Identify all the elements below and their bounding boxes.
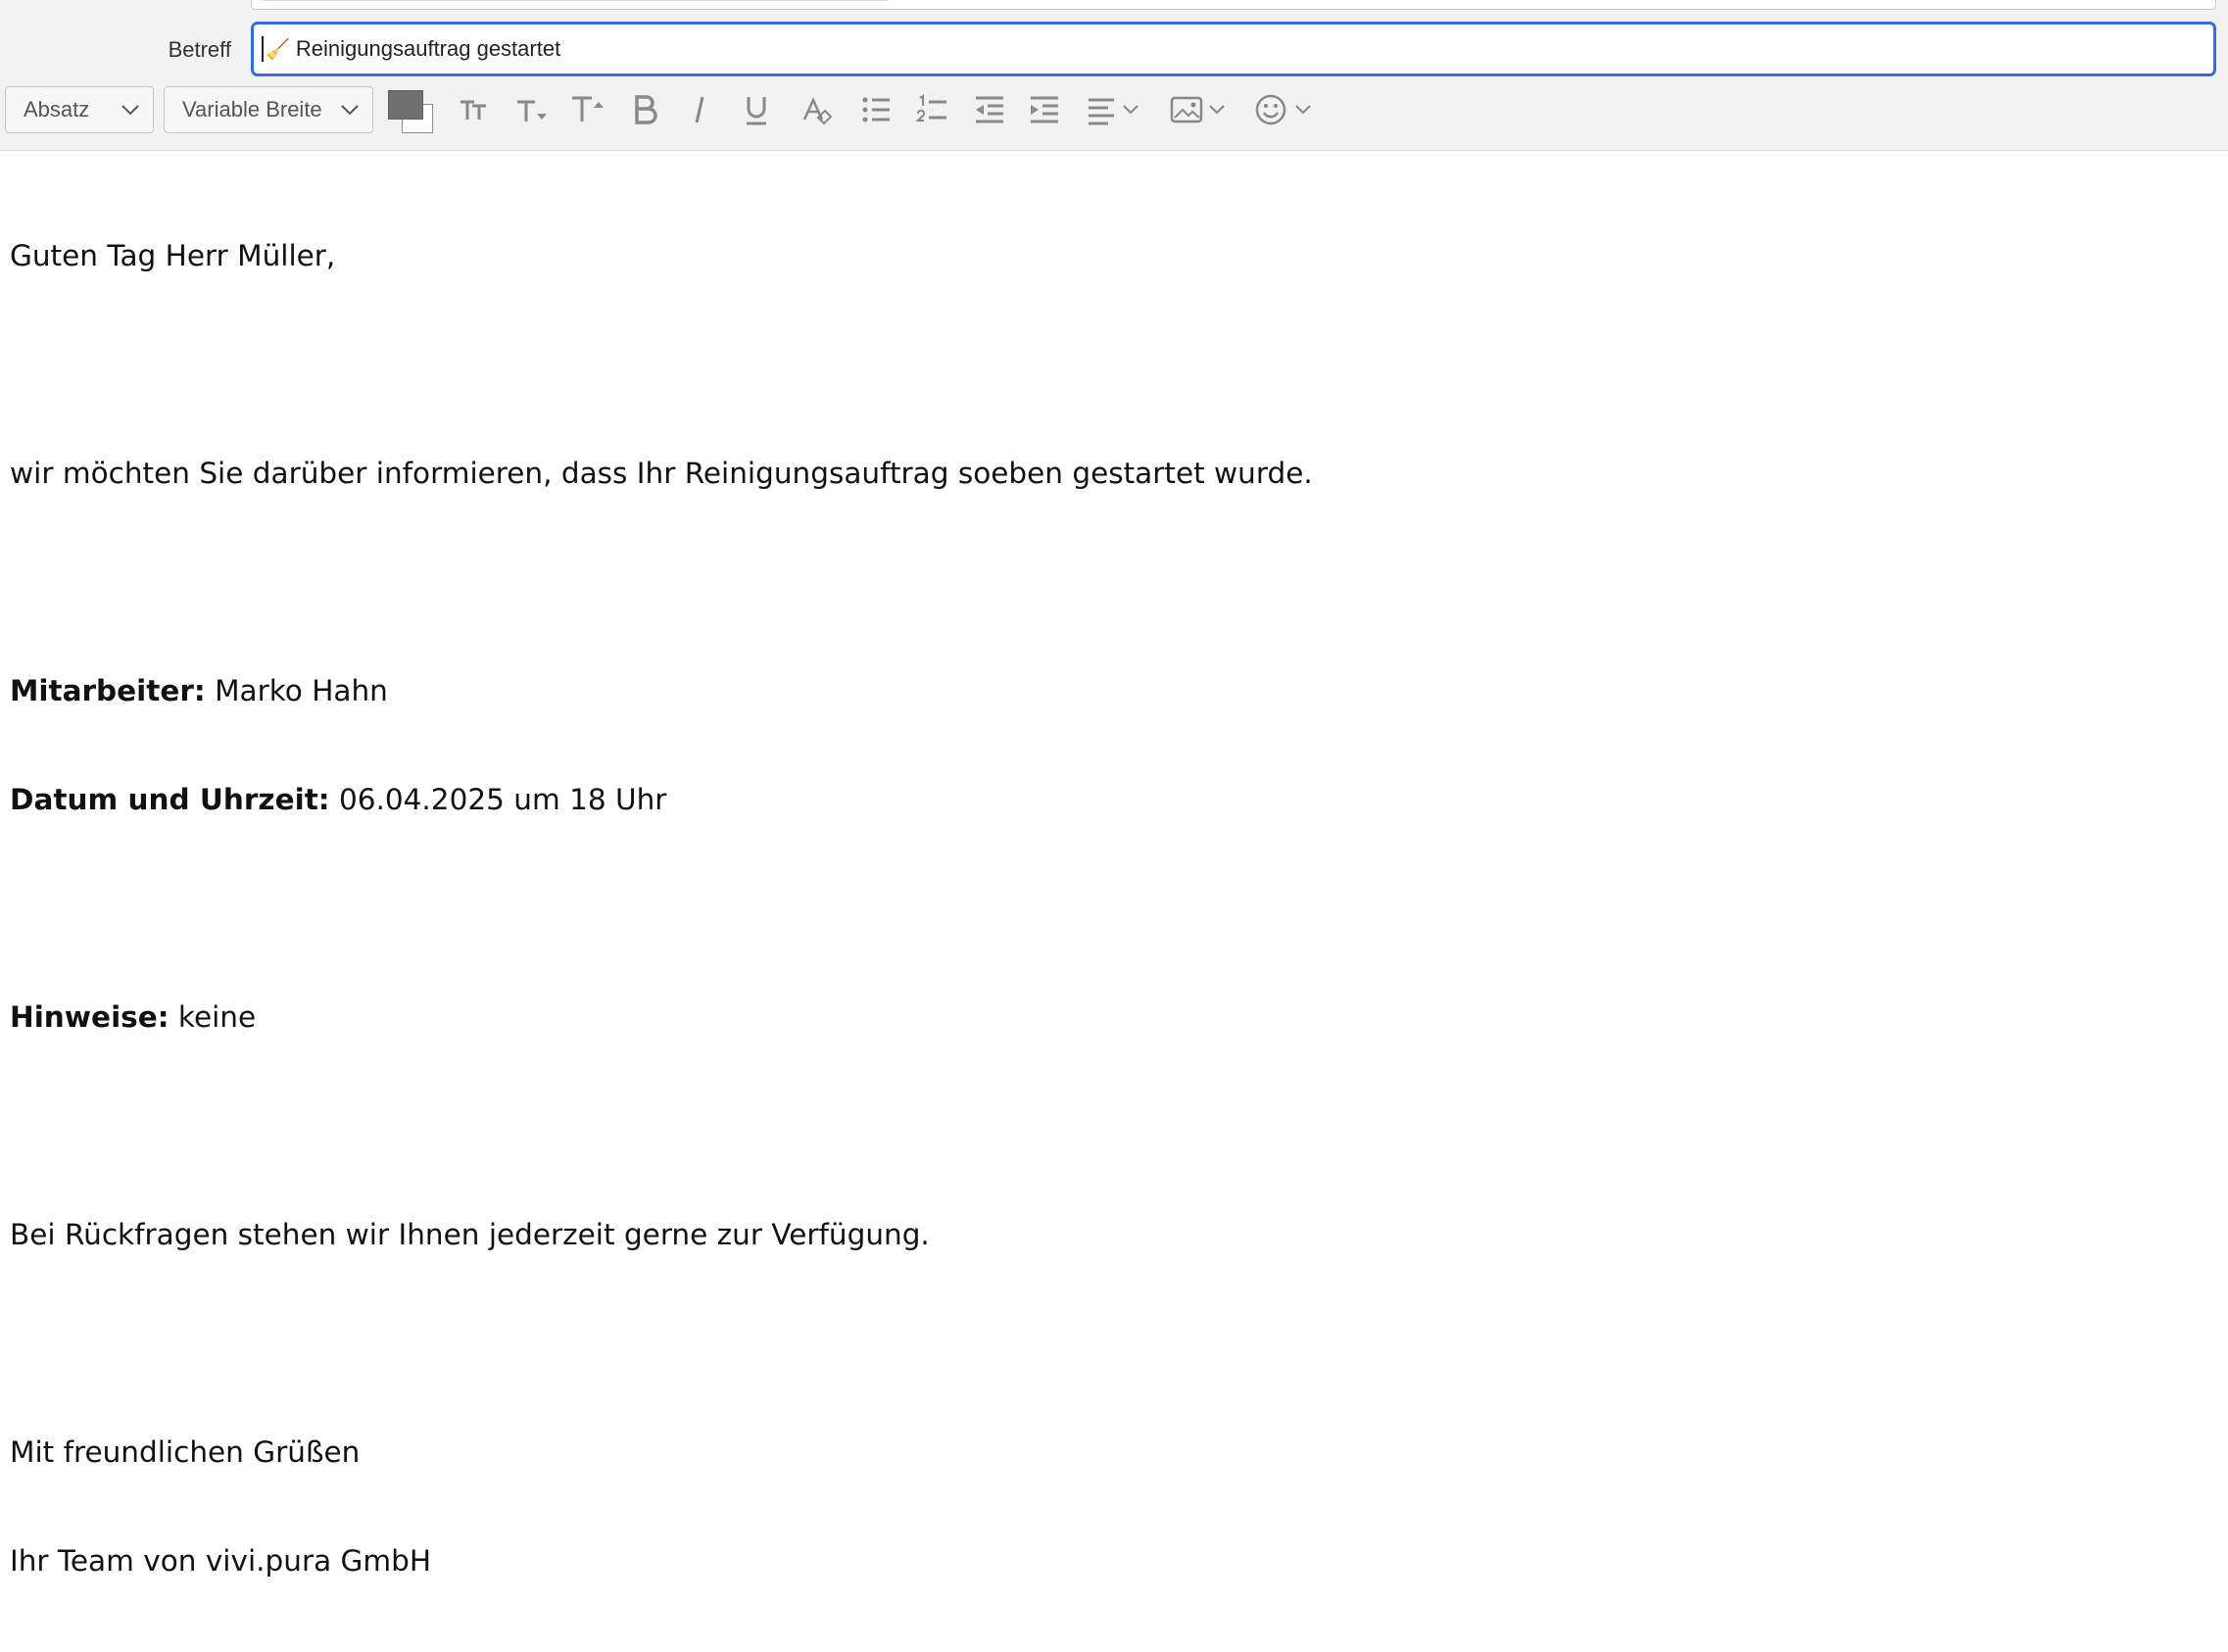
increase-indent-icon xyxy=(1031,96,1058,123)
italic-button[interactable] xyxy=(681,90,720,129)
emoji-icon xyxy=(1255,94,1311,125)
text-color-swatch[interactable] xyxy=(388,90,423,120)
employee-label: Mitarbeiter: xyxy=(10,674,206,707)
text-size-down-button[interactable] xyxy=(511,90,551,129)
italic-icon xyxy=(695,96,704,123)
numbered-list-icon xyxy=(915,94,946,121)
smaller-text-button[interactable] xyxy=(455,90,494,129)
smaller-text-icon xyxy=(460,100,486,120)
compose-header: Betreff 🧹 Reinigungsauftrag gestartet Ab… xyxy=(0,0,2228,151)
decrease-indent-button[interactable] xyxy=(970,90,1009,129)
remove-formatting-icon xyxy=(802,96,833,125)
paragraph-format-value: Absatz xyxy=(24,97,90,121)
text-caret xyxy=(262,36,264,62)
font-family-value: Variable Breite xyxy=(182,97,322,121)
bulleted-list-button[interactable] xyxy=(856,90,896,129)
bulleted-list-icon xyxy=(862,97,890,122)
underline-button[interactable] xyxy=(737,90,776,129)
datetime-line: Datum und Uhrzeit: 06.04.2025 um 18 Uhr xyxy=(10,782,1313,818)
chevron-down-icon xyxy=(121,105,139,116)
align-button[interactable] xyxy=(1084,90,1146,129)
chevron-down-icon xyxy=(341,105,359,116)
align-icon xyxy=(1089,98,1138,125)
message-body: Guten Tag Herr Müller, wir möchten Sie d… xyxy=(10,166,1313,1652)
recipient-field[interactable] xyxy=(251,0,2216,10)
intro-line: wir möchten Sie darüber informieren, das… xyxy=(10,457,1313,490)
text-size-up-icon xyxy=(572,96,604,121)
recipient-field-content xyxy=(262,0,889,1)
subject-label: Betreff xyxy=(168,37,231,62)
bold-icon xyxy=(635,95,657,124)
text-size-up-button[interactable] xyxy=(568,90,607,129)
insert-image-icon xyxy=(1170,96,1225,123)
closing-line: Mit freundlichen Grüßen xyxy=(10,1435,361,1469)
emoji-button[interactable] xyxy=(1252,90,1315,129)
notes-label: Hinweise: xyxy=(10,1000,170,1034)
employee-line: Mitarbeiter: Marko Hahn xyxy=(10,673,1313,709)
notes-value: keine xyxy=(169,1000,257,1034)
subject-value: Reinigungsauftrag gestartet xyxy=(295,36,561,61)
formatting-toolbar: Absatz Variable Breite xyxy=(0,86,2228,135)
datetime-label: Datum und Uhrzeit: xyxy=(10,783,330,816)
underline-icon xyxy=(747,97,766,125)
greeting-line: Guten Tag Herr Müller, xyxy=(10,239,336,272)
numbered-list-button[interactable] xyxy=(913,90,952,129)
signature-line: Ihr Team von vivi.pura GmbH xyxy=(10,1544,432,1578)
broom-icon: 🧹 xyxy=(266,37,290,61)
decrease-indent-icon xyxy=(976,96,1003,123)
remove-formatting-button[interactable] xyxy=(797,90,836,129)
paragraph-format-select[interactable]: Absatz xyxy=(5,86,154,133)
bold-button[interactable] xyxy=(625,90,664,129)
message-body-editor[interactable]: Guten Tag Herr Müller, wir möchten Sie d… xyxy=(0,152,2228,1578)
insert-image-button[interactable] xyxy=(1168,90,1231,129)
increase-indent-button[interactable] xyxy=(1025,90,1064,129)
datetime-value: 06.04.2025 um 18 Uhr xyxy=(329,783,667,816)
employee-value: Marko Hahn xyxy=(205,674,388,707)
text-color-picker[interactable] xyxy=(386,88,437,133)
notes-line: Hinweise: keine xyxy=(10,999,1313,1036)
text-size-down-icon xyxy=(517,100,547,121)
questions-line: Bei Rückfragen stehen wir Ihnen jederzei… xyxy=(10,1218,930,1251)
font-family-select[interactable]: Variable Breite xyxy=(164,86,373,133)
subject-input[interactable]: 🧹 Reinigungsauftrag gestartet xyxy=(251,22,2216,76)
